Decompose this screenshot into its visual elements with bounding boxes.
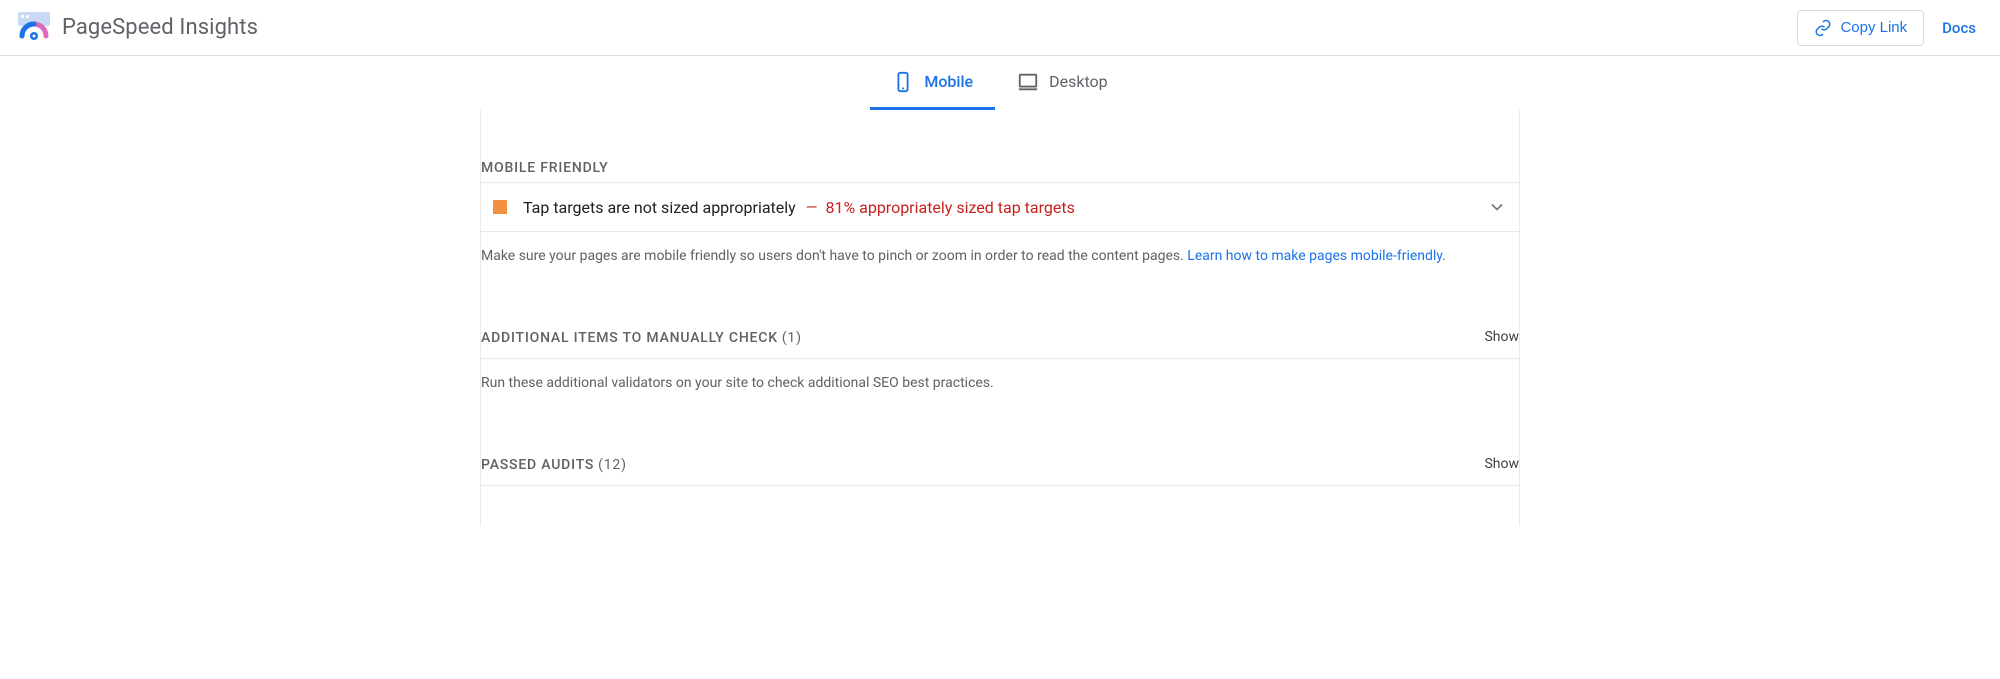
header-left: PageSpeed Insights [16, 10, 258, 46]
desc-text: Make sure your pages are mobile friendly… [481, 248, 1187, 264]
section-title-mobile-friendly: MOBILE FRIENDLY [481, 160, 609, 176]
learn-mobile-friendly-link[interactable]: Learn how to make pages mobile-friendly [1187, 248, 1442, 264]
copy-link-button[interactable]: Copy Link [1797, 10, 1924, 46]
header-right: Copy Link Docs [1797, 10, 1984, 46]
section-count-passed-audits: (12) [598, 457, 627, 473]
section-desc-mobile-friendly: Make sure your pages are mobile friendly… [481, 232, 1519, 267]
device-tabs: Mobile Desktop [0, 56, 2000, 110]
docs-link[interactable]: Docs [1942, 19, 1984, 37]
section-title-manual-check: ADDITIONAL ITEMS TO MANUALLY CHECK [481, 330, 778, 346]
section-desc-manual-check: Run these additional validators on your … [481, 359, 1519, 394]
show-button-manual-check[interactable]: Show [1484, 329, 1519, 345]
audit-dash: — [806, 198, 818, 216]
audit-detail: 81% appropriately sized tap targets [825, 198, 1074, 217]
app-title: PageSpeed Insights [62, 15, 258, 40]
mobile-icon [892, 71, 914, 93]
main-content: MOBILE FRIENDLY Tap targets are not size… [480, 110, 1520, 526]
link-icon [1814, 19, 1832, 37]
section-title-passed-audits: PASSED AUDITS [481, 457, 594, 473]
chevron-down-icon [1487, 197, 1507, 217]
tab-desktop[interactable]: Desktop [995, 56, 1130, 110]
tab-mobile-label: Mobile [924, 72, 973, 91]
warning-square-icon [493, 200, 507, 214]
show-button-passed-audits[interactable]: Show [1484, 456, 1519, 472]
copy-link-label: Copy Link [1840, 19, 1907, 36]
section-manual-check: ADDITIONAL ITEMS TO MANUALLY CHECK (1) S… [481, 327, 1519, 394]
desc-period: . [1442, 248, 1446, 264]
section-mobile-friendly: MOBILE FRIENDLY Tap targets are not size… [481, 160, 1519, 267]
tab-mobile[interactable]: Mobile [870, 56, 995, 110]
app-header: PageSpeed Insights Copy Link Docs [0, 0, 2000, 56]
section-count-manual-check: (1) [782, 330, 802, 346]
audit-tap-targets[interactable]: Tap targets are not sized appropriately … [481, 182, 1519, 232]
tab-desktop-label: Desktop [1049, 72, 1108, 91]
pagespeed-logo-icon [16, 10, 52, 46]
desktop-icon [1017, 71, 1039, 93]
section-passed-audits: PASSED AUDITS (12) Show [481, 454, 1519, 486]
audit-title: Tap targets are not sized appropriately [523, 198, 796, 217]
